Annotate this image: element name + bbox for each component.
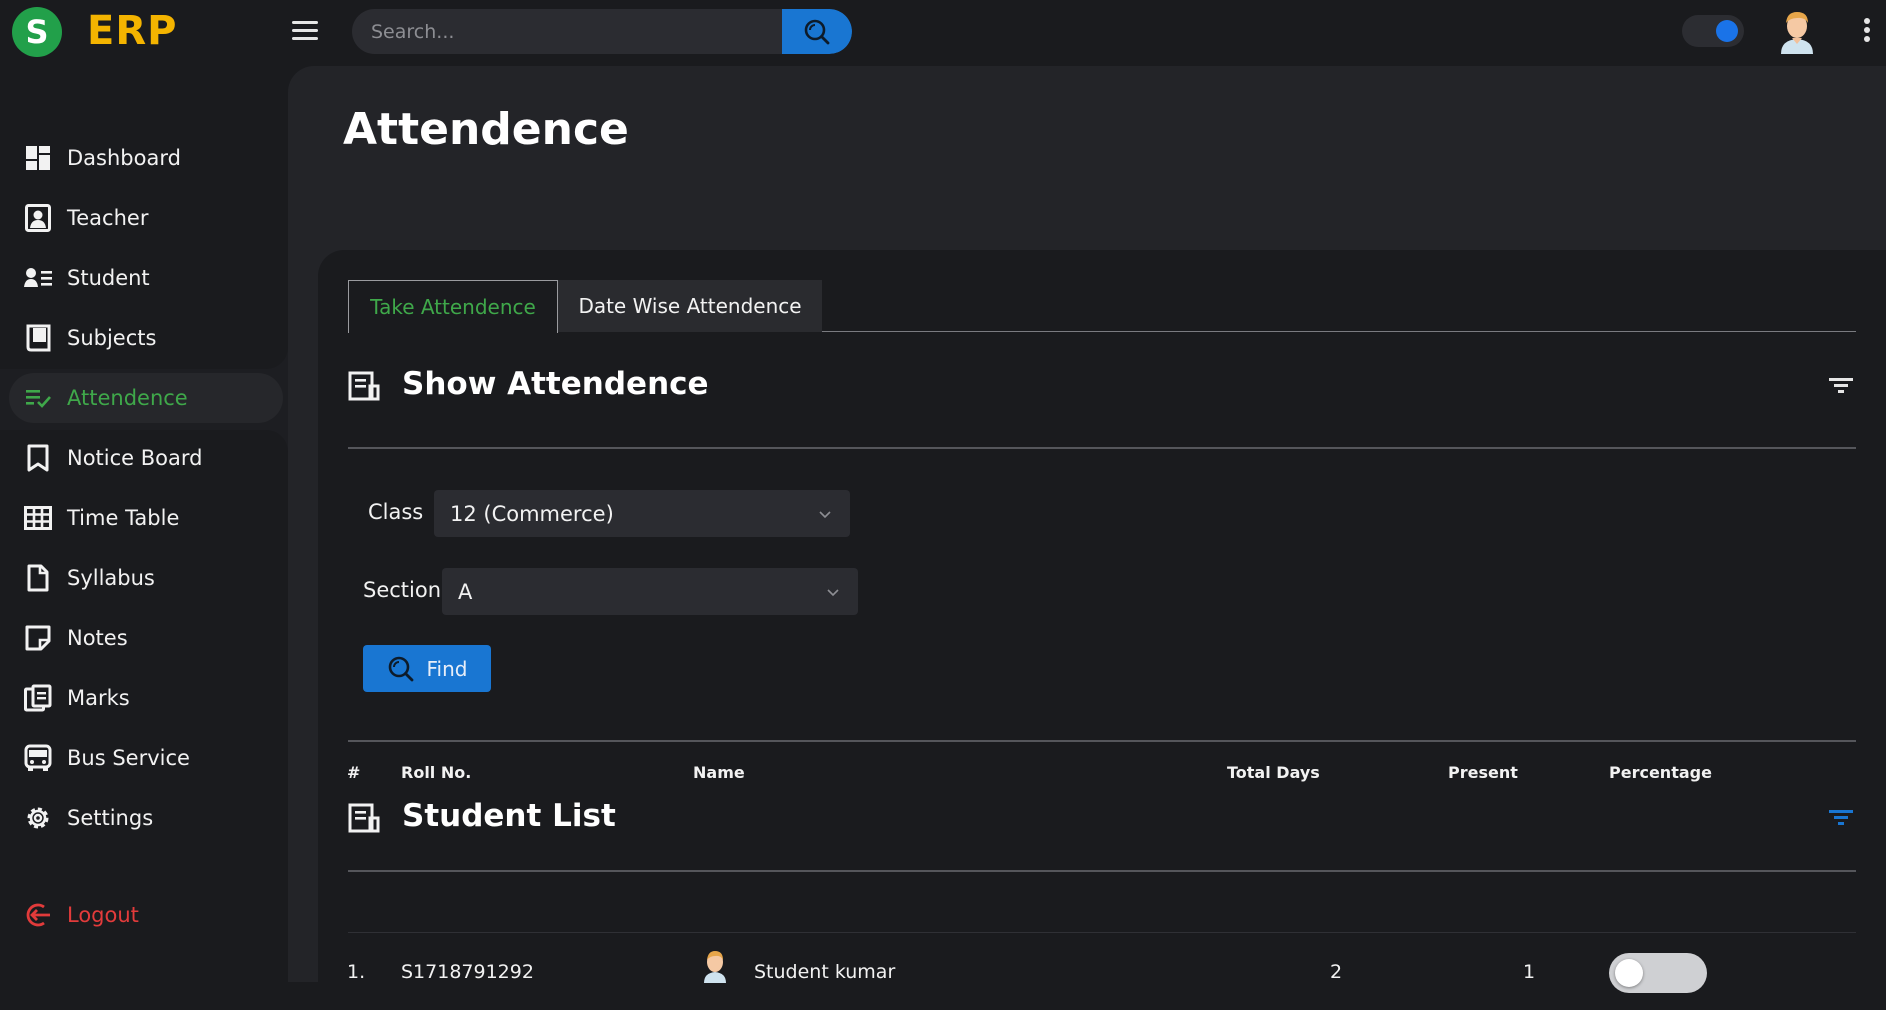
sidebar: Dashboard Teacher Student Subjects Atten…	[0, 66, 288, 982]
sidebar-item-label: Time Table	[67, 506, 180, 530]
column-header: Present	[1448, 763, 1518, 782]
sidebar-item-settings[interactable]: Settings	[9, 793, 283, 843]
page-title: Attendence	[343, 104, 629, 155]
sidebar-item-label: Subjects	[67, 326, 157, 350]
row-index: 1.	[347, 961, 366, 983]
find-label: Find	[426, 656, 468, 681]
sidebar-item-label: Dashboard	[67, 146, 181, 170]
section-label: Section	[363, 578, 442, 602]
bus-icon	[23, 743, 53, 773]
sidebar-item-subjects[interactable]: Subjects	[9, 313, 283, 363]
sidebar-item-label: Notice Board	[67, 446, 203, 470]
sidebar-item-bus-service[interactable]: Bus Service	[9, 733, 283, 783]
report-icon	[348, 803, 380, 833]
tab-take-attendence[interactable]: Take Attendence	[348, 280, 558, 333]
app-name: ERP	[87, 8, 178, 54]
sidebar-item-label: Syllabus	[67, 566, 155, 590]
search-bar	[352, 9, 852, 54]
main-content: Attendence Date Wise Attendence Take Att…	[288, 66, 1886, 1010]
document-icon	[23, 563, 53, 593]
column-header: Total Days	[1227, 763, 1320, 782]
table-grid-icon	[23, 503, 53, 533]
logout-label: Logout	[67, 903, 139, 927]
class-label: Class	[368, 500, 424, 524]
logo-icon: S	[12, 7, 62, 57]
sidebar-item-label: Bus Service	[67, 746, 190, 770]
sidebar-item-student[interactable]: Student	[9, 253, 283, 303]
sidebar-item-label: Marks	[67, 686, 130, 710]
gear-icon	[23, 803, 53, 833]
attendence-card: Date Wise Attendence Take Attendence Sho…	[318, 250, 1886, 1010]
sidebar-item-notice-board[interactable]: Notice Board	[9, 433, 283, 483]
find-button[interactable]: Find	[363, 645, 491, 692]
sidebar-item-label: Settings	[67, 806, 154, 830]
divider	[348, 447, 1856, 449]
sidebar-item-time-table[interactable]: Time Table	[9, 493, 283, 543]
section-select-value: A	[458, 579, 473, 604]
more-options-icon[interactable]	[1862, 18, 1872, 46]
search-icon	[804, 19, 830, 44]
student-icon	[23, 263, 53, 293]
filter-icon[interactable]	[1826, 804, 1856, 830]
column-header: Roll No.	[401, 763, 472, 782]
column-header: Name	[693, 763, 745, 782]
note-icon	[23, 623, 53, 653]
sidebar-item-notes[interactable]: Notes	[9, 613, 283, 663]
column-header: Percentage	[1609, 763, 1712, 782]
tab-bar: Date Wise Attendence Take Attendence	[348, 280, 1856, 333]
chevron-down-icon	[819, 511, 831, 519]
student-list-header: Student List	[348, 790, 1856, 846]
present-count: 1	[1523, 961, 1536, 983]
divider	[348, 870, 1856, 872]
sidebar-item-syllabus[interactable]: Syllabus	[9, 553, 283, 603]
student-avatar-icon	[704, 951, 726, 983]
class-select-value: 12 (Commerce)	[450, 501, 614, 526]
percentage-toggle[interactable]	[1609, 953, 1707, 993]
sidebar-item-teacher[interactable]: Teacher	[9, 193, 283, 243]
column-header: #	[347, 763, 361, 782]
user-avatar-icon[interactable]	[1777, 8, 1817, 56]
divider	[348, 740, 1856, 742]
search-input[interactable]	[352, 9, 782, 54]
tab-date-wise-attendence[interactable]: Date Wise Attendence	[558, 280, 822, 332]
menu-icon[interactable]	[292, 21, 318, 41]
sidebar-item-dashboard[interactable]: Dashboard	[9, 133, 283, 183]
section-title: Student List	[402, 798, 616, 834]
section-select[interactable]: A	[442, 568, 858, 615]
search-icon	[388, 656, 413, 681]
sidebar-item-attendence[interactable]: Attendence	[9, 373, 283, 423]
checklist-icon	[23, 383, 53, 413]
clipboard-icon	[23, 683, 53, 713]
chevron-down-icon	[827, 589, 839, 597]
dashboard-icon	[23, 143, 53, 173]
report-icon	[348, 371, 380, 401]
sidebar-item-label: Notes	[67, 626, 128, 650]
filter-icon[interactable]	[1826, 372, 1856, 398]
logout-icon	[23, 900, 53, 930]
bookmark-icon	[23, 443, 53, 473]
search-button[interactable]	[782, 9, 852, 54]
class-select[interactable]: 12 (Commerce)	[434, 490, 850, 537]
total-days: 2	[1330, 961, 1343, 983]
sidebar-item-label: Attendence	[67, 386, 188, 410]
logout-button[interactable]: Logout	[9, 890, 283, 940]
teacher-icon	[23, 203, 53, 233]
sidebar-item-label: Student	[67, 266, 150, 290]
student-name: Student kumar	[754, 961, 896, 983]
sidebar-item-marks[interactable]: Marks	[9, 673, 283, 723]
theme-toggle[interactable]	[1682, 15, 1744, 47]
top-bar: S ERP	[0, 0, 1886, 66]
section-title: Show Attendence	[402, 366, 709, 402]
book-icon	[23, 323, 53, 353]
roll-number: S1718791292	[401, 961, 534, 983]
show-attendence-header: Show Attendence	[348, 358, 1856, 414]
row-separator	[348, 932, 1856, 933]
sidebar-item-label: Teacher	[67, 206, 149, 230]
